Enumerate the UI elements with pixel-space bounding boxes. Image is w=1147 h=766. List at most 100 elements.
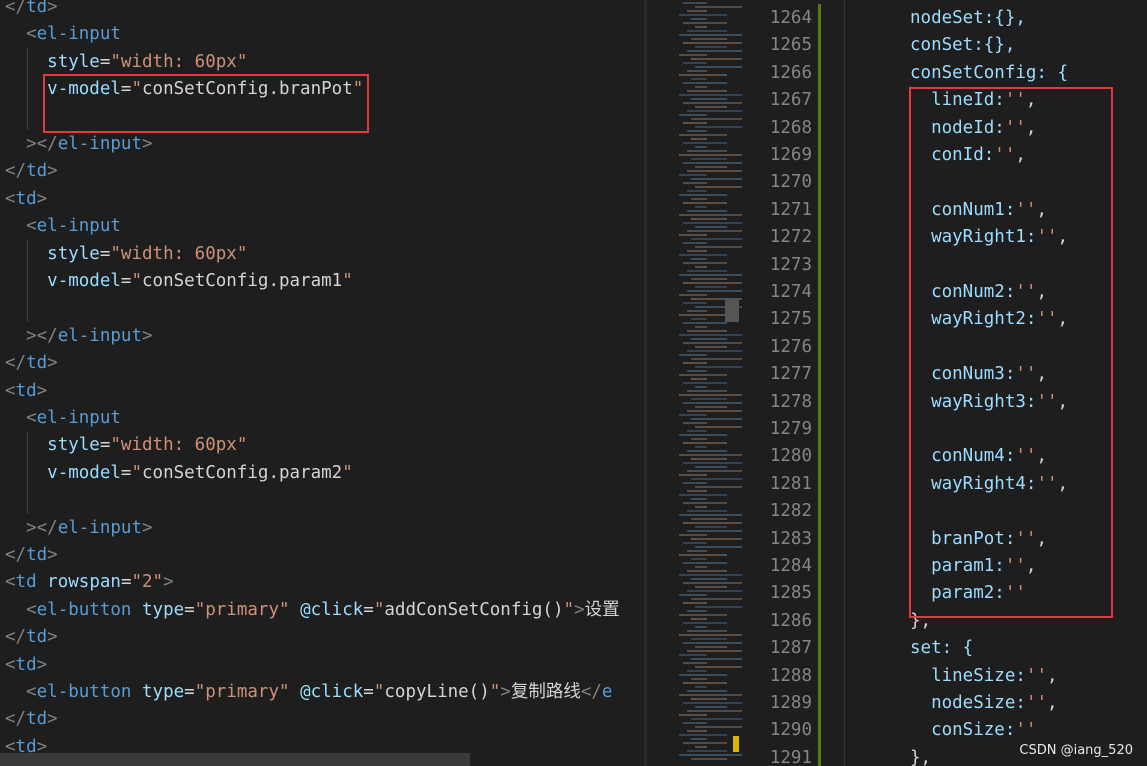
minimap-row	[683, 182, 707, 184]
code-line[interactable]: style="width: 60px"	[5, 241, 247, 268]
code-line[interactable]: <el-button type="primary" @click="addCon…	[5, 597, 620, 624]
line-number: 1281	[769, 473, 812, 494]
minimap-row	[679, 474, 707, 476]
code-line[interactable]: v-model="conSetConfig.param1"	[5, 268, 353, 295]
code-line[interactable]: <td>	[5, 186, 47, 213]
code-line[interactable]: </td>	[5, 158, 58, 185]
code-line[interactable]: conSet:{},	[910, 32, 1015, 59]
code-line[interactable]: lineSize:'',	[910, 663, 1057, 690]
code-token: td	[15, 188, 37, 209]
code-line[interactable]: </td>	[5, 350, 58, 377]
minimap-row	[679, 254, 727, 256]
minimap-row	[679, 354, 707, 356]
minimap-row	[691, 358, 742, 360]
code-token: </	[580, 682, 602, 702]
code-line[interactable]: <td>	[5, 652, 47, 679]
minimap-row	[695, 466, 727, 468]
code-line[interactable]: style="width: 60px"	[5, 49, 247, 76]
minimap-row	[687, 330, 727, 332]
code-token: "	[489, 682, 501, 702]
code-line[interactable]: nodeSize:'',	[910, 690, 1058, 717]
highlight-box-consetconfig	[909, 87, 1113, 618]
code-line[interactable]: conSetConfig: {	[910, 60, 1068, 87]
minimap-row	[679, 594, 707, 596]
minimap-slider[interactable]	[725, 298, 739, 322]
code-line[interactable]: ></el-input>	[5, 515, 152, 542]
code-line[interactable]: conSize:''	[910, 717, 1036, 744]
code-line[interactable]: <td rowspan="2">	[5, 569, 174, 596]
line-number: 1267	[769, 90, 812, 111]
minimap-row	[687, 210, 727, 212]
code-line[interactable]: ></el-input>	[5, 323, 152, 350]
minimap-row	[679, 394, 742, 396]
code-line[interactable]: <el-input	[5, 21, 121, 48]
minimap-row	[695, 486, 742, 488]
minimap-row	[679, 514, 742, 516]
left-editor-pane[interactable]: </td> <el-input style="width: 60px" v-mo…	[0, 0, 644, 766]
line-number: 1290	[769, 720, 812, 741]
minimap-row	[695, 286, 727, 288]
minimap-row	[683, 62, 707, 64]
minimap-row	[683, 422, 707, 424]
minimap-row	[683, 262, 727, 264]
minimap-row	[687, 730, 707, 732]
code-line[interactable]: <el-input	[5, 213, 121, 240]
minimap-row	[695, 406, 727, 408]
minimap-row	[695, 706, 727, 708]
right-editor-pane[interactable]: 1264 1265 1266 1267 1268 1269 1270 1271 1272 1273…	[742, 0, 1147, 766]
line-number: 1286	[769, 610, 812, 631]
code-line[interactable]: </td>	[5, 542, 58, 569]
minimap-row	[695, 206, 707, 208]
minimap-row	[679, 154, 742, 156]
minimap-row	[695, 266, 707, 268]
minimap-row	[691, 18, 707, 20]
minimap-row	[695, 186, 742, 188]
minimap-row	[695, 586, 727, 588]
code-line[interactable]: nodeSet:{},	[910, 5, 1026, 32]
code-token: "	[342, 462, 353, 483]
code-token: >	[574, 599, 585, 620]
minimap-row	[683, 462, 742, 464]
code-line[interactable]: </td>	[5, 706, 58, 733]
minimap-row	[679, 614, 727, 616]
minimap-row	[683, 22, 727, 24]
line-number: 1270	[769, 172, 812, 193]
code-line[interactable]: <el-button type="primary" @click="copyLi…	[5, 679, 612, 706]
code-line[interactable]: </td>	[5, 0, 58, 21]
line-number: 1264	[769, 8, 812, 28]
code-token: "	[373, 682, 385, 702]
code-line[interactable]: <td>	[5, 378, 47, 405]
minimap-row	[683, 562, 727, 564]
code-line[interactable]: v-model="conSetConfig.param2"	[5, 460, 353, 487]
line-number: 1289	[769, 693, 812, 713]
horizontal-scrollbar[interactable]	[0, 753, 470, 766]
code-token: =	[184, 682, 195, 702]
minimap-row	[691, 418, 742, 420]
code-line[interactable]: </td>	[5, 624, 58, 651]
minimap-row	[691, 118, 742, 120]
minimap-row	[687, 410, 742, 412]
minimap-row	[687, 290, 742, 292]
minimap-row	[683, 2, 707, 4]
code-line[interactable]: <el-input	[5, 405, 121, 432]
minimap-row	[683, 142, 727, 144]
code-token: td	[15, 380, 37, 401]
minimap-row	[683, 82, 727, 84]
code-token: ,	[1046, 693, 1058, 713]
minimap-row	[687, 370, 707, 372]
code-line[interactable]: set: {	[910, 635, 973, 662]
code-line[interactable]: },	[910, 745, 931, 766]
minimap[interactable]	[647, 0, 742, 766]
code-line[interactable]: style="width: 60px"	[5, 432, 247, 459]
minimap-row	[687, 170, 742, 172]
code-token: =	[363, 599, 374, 620]
code-line[interactable]: ></el-input>	[5, 131, 152, 158]
code-token: >	[47, 545, 58, 565]
line-number: 1279	[769, 419, 812, 439]
code-token: "	[342, 271, 353, 291]
minimap-row	[683, 482, 707, 484]
